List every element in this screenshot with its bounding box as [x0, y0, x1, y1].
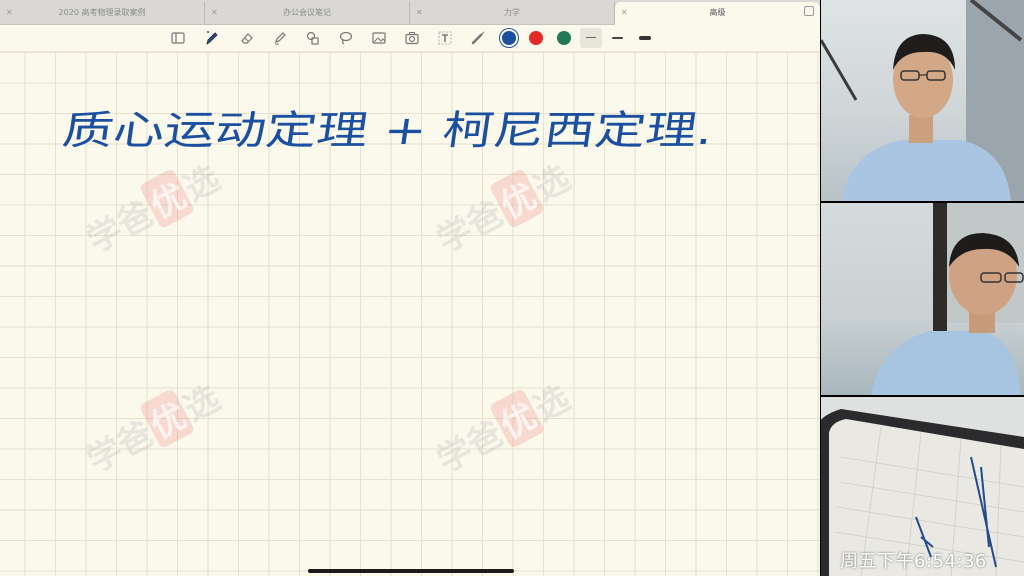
- tab-3[interactable]: ✕ 力学: [410, 2, 615, 24]
- home-indicator[interactable]: [308, 569, 514, 573]
- tab-label: 高级: [709, 8, 726, 17]
- color-blue-swatch[interactable]: [502, 31, 516, 45]
- sidebar-icon[interactable]: [168, 28, 188, 48]
- tab-label: 办公会议笔记: [283, 8, 331, 17]
- note-canvas[interactable]: 学爸优选 学爸优选 学爸优选 学爸优选 质心运动定理 + 柯尼西定理.: [0, 52, 820, 576]
- close-icon[interactable]: ✕: [211, 2, 218, 24]
- handwritten-text: 质心运动定理 + 柯尼西定理.: [60, 108, 716, 154]
- notes-app: ✕ 2020 高考物理录取案例 ✕ 办公会议笔记 ✕ 力学 ✕ 高级 学爸优选 …: [0, 0, 820, 576]
- stroke-medium-option[interactable]: [612, 37, 623, 39]
- lasso-icon[interactable]: [336, 28, 356, 48]
- image-icon[interactable]: [369, 28, 389, 48]
- laser-pointer-icon[interactable]: [468, 28, 488, 48]
- tab-4-active[interactable]: ✕ 高级: [615, 2, 820, 25]
- video-feed-teacher-1: [821, 0, 1024, 201]
- highlighter-icon[interactable]: [270, 28, 290, 48]
- stroke-thick-option[interactable]: [639, 36, 651, 40]
- stroke-thin-option[interactable]: [580, 28, 602, 48]
- text-icon[interactable]: [435, 28, 455, 48]
- handwritten-note: 质心运动定理 + 柯尼西定理.: [60, 108, 716, 154]
- close-icon[interactable]: ✕: [6, 2, 13, 24]
- drawing-toolbar: [0, 25, 820, 52]
- recording-clock: 周五下午6:54:36: [840, 551, 987, 572]
- pen-icon[interactable]: [202, 28, 222, 48]
- color-green-swatch[interactable]: [557, 31, 571, 45]
- tab-2[interactable]: ✕ 办公会议笔记: [205, 2, 410, 24]
- tab-1[interactable]: ✕ 2020 高考物理录取案例: [0, 2, 205, 24]
- video-feed-teacher-2: [821, 203, 1024, 395]
- camera-icon[interactable]: [402, 28, 422, 48]
- shapes-icon[interactable]: [303, 28, 323, 48]
- close-icon[interactable]: ✕: [621, 2, 628, 24]
- color-red-swatch[interactable]: [529, 31, 543, 45]
- panel-toggle-icon[interactable]: [804, 6, 814, 16]
- tab-bar: ✕ 2020 高考物理录取案例 ✕ 办公会议笔记 ✕ 力学 ✕ 高级: [0, 0, 820, 25]
- eraser-icon[interactable]: [237, 28, 257, 48]
- close-icon[interactable]: ✕: [416, 2, 423, 24]
- tab-label: 力学: [504, 8, 520, 17]
- tab-label: 2020 高考物理录取案例: [58, 8, 146, 17]
